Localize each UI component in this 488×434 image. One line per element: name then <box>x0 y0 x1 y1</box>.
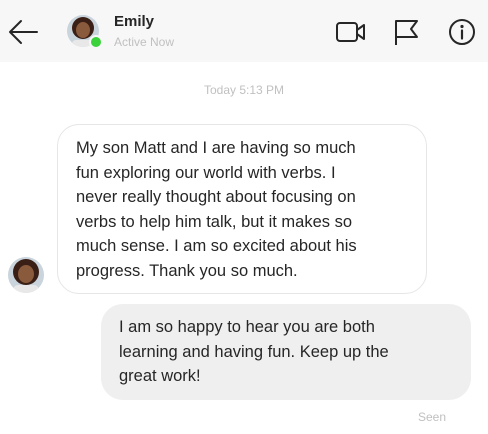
contact-name[interactable]: Emily <box>114 13 154 30</box>
contact-avatar[interactable] <box>67 15 103 49</box>
contact-status: Active Now <box>114 35 175 49</box>
report-button[interactable] <box>391 17 423 47</box>
online-status-dot <box>89 35 103 49</box>
seen-receipt: Seen <box>418 410 447 424</box>
flag-icon <box>395 20 418 45</box>
chat-header: Emily Active Now <box>0 0 488 62</box>
info-button[interactable] <box>446 17 478 47</box>
info-icon <box>449 19 475 45</box>
back-button[interactable] <box>6 16 40 48</box>
outgoing-message: I am so happy to hear you are both learn… <box>101 304 471 400</box>
avatar-image <box>8 257 44 293</box>
arrow-left-icon <box>9 20 38 44</box>
video-camera-icon <box>336 22 365 42</box>
message-timestamp: Today 5:13 PM <box>203 83 285 97</box>
video-call-button[interactable] <box>335 17 367 47</box>
incoming-message: My son Matt and I are having so much fun… <box>57 124 427 294</box>
sender-avatar[interactable] <box>8 257 44 293</box>
